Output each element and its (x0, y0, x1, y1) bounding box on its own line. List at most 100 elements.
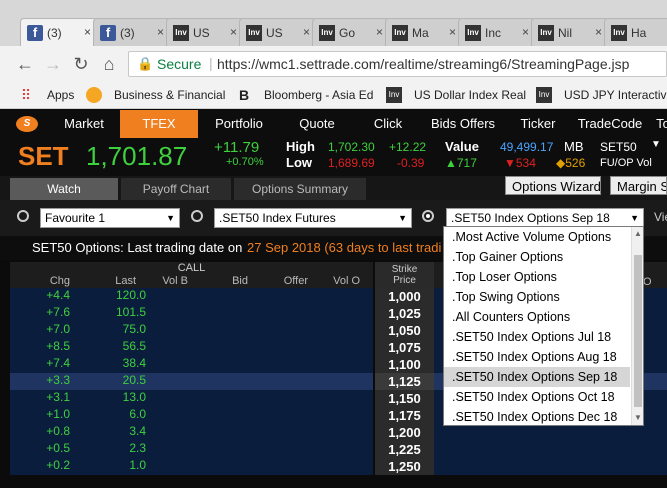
table-row[interactable]: +4.4 120.0 (10, 288, 373, 305)
browser-tab[interactable]: InvHa× (604, 18, 667, 46)
address-bar[interactable]: 🔒 Secure | https://wmc1.settrade.com/rea… (128, 51, 667, 77)
dropdown-scrollbar[interactable]: ▲ ▼ (631, 227, 643, 425)
browser-tab[interactable]: Inv Go × (312, 18, 390, 46)
options-radio[interactable] (422, 210, 434, 222)
bookmark-business[interactable]: Business & Financial (114, 88, 225, 102)
browser-tab[interactable]: Inv Inc × (458, 18, 536, 46)
menu-item-bids-offers[interactable]: Bids Offers (422, 110, 504, 138)
menu-item-market[interactable]: Market (48, 110, 120, 138)
close-icon[interactable]: × (595, 25, 602, 39)
chevron-down-icon[interactable]: ▼ (651, 139, 661, 150)
put-row[interactable] (434, 424, 667, 441)
bookmark-usd-index[interactable]: US Dollar Index Real (414, 88, 526, 102)
call-last: 2.3 (129, 441, 146, 455)
decline-count: ▼534 (504, 156, 536, 170)
put-row[interactable] (434, 458, 667, 475)
back-arrow-icon[interactable]: ← (14, 54, 36, 75)
futures-select-value: .SET50 Index Futures (219, 211, 336, 225)
table-row[interactable]: +3.3 20.5 (10, 373, 373, 390)
options-wizard-button[interactable]: Options Wizard (505, 176, 601, 195)
table-row[interactable]: +7.4 38.4 (10, 356, 373, 373)
strike-price: 1,050 (375, 322, 434, 339)
futures-radio[interactable] (191, 210, 203, 222)
low-change: -0.39 (397, 156, 425, 170)
favourite-radio[interactable] (17, 210, 29, 222)
table-row[interactable]: +8.5 56.5 (10, 339, 373, 356)
table-row[interactable]: +0.2 1.0 (10, 458, 373, 475)
dropdown-option[interactable]: .SET50 Index Options Dec 18 (444, 407, 630, 425)
menu-item-ticker[interactable]: Ticker (504, 110, 572, 138)
browser-tab[interactable]: Inv US × (166, 18, 244, 46)
facebook-icon: f (27, 25, 43, 41)
dropdown-option[interactable]: .SET50 Index Options Sep 18 (444, 367, 630, 387)
tab-payoff-chart[interactable]: Payoff Chart (121, 178, 231, 200)
home-icon[interactable]: ⌂ (98, 54, 120, 75)
dropdown-option[interactable]: .All Counters Options (444, 307, 630, 327)
tab-options-summary[interactable]: Options Summary (234, 178, 366, 200)
browser-tab[interactable]: f (3) × (20, 18, 98, 46)
call-change: +0.2 (46, 458, 70, 472)
close-icon[interactable]: × (157, 25, 164, 39)
close-icon[interactable]: × (449, 25, 456, 39)
options-dropdown-list[interactable]: .Most Active Volume Options .Top Gainer O… (443, 226, 644, 426)
futures-select[interactable]: .SET50 Index Futures ▼ (214, 208, 412, 228)
table-row[interactable]: +7.6 101.5 (10, 305, 373, 322)
call-change: +0.5 (46, 441, 70, 455)
favourite-select[interactable]: Favourite 1 ▼ (40, 208, 180, 228)
scroll-up-icon[interactable]: ▲ (634, 229, 642, 238)
col-offer: Offer (283, 275, 308, 287)
browser-tab[interactable]: f (3) × (93, 18, 171, 46)
dropdown-option[interactable]: .SET50 Index Options Aug 18 (444, 347, 630, 367)
browser-tab[interactable]: Inv Ma × (385, 18, 463, 46)
scrollbar-thumb[interactable] (634, 255, 642, 407)
strike-label: Strike (391, 264, 418, 275)
call-last: 13.0 (122, 390, 146, 404)
close-icon[interactable]: × (303, 25, 310, 39)
table-row[interactable]: +0.5 2.3 (10, 441, 373, 458)
dropdown-option[interactable]: .SET50 Index Options Jul 18 (444, 327, 630, 347)
call-change: +3.1 (46, 390, 70, 404)
table-row[interactable]: +0.8 3.4 (10, 424, 373, 441)
scroll-down-icon[interactable]: ▼ (634, 413, 642, 422)
close-icon[interactable]: × (376, 25, 383, 39)
browser-tab[interactable]: Inv US × (239, 18, 317, 46)
index-change: +11.79 (214, 139, 260, 156)
bookmark-bloomberg[interactable]: Bloomberg - Asia Ed (264, 88, 373, 102)
menu-item-tradecode[interactable]: TradeCode (572, 110, 648, 138)
tab-title: US (193, 26, 210, 40)
menu-item-quote[interactable]: Quote (280, 110, 354, 138)
col-last: Last (115, 275, 136, 287)
apps-grid-icon[interactable]: ⠿ (18, 87, 34, 103)
dropdown-option[interactable]: .SET50 Index Options Oct 18 (444, 387, 630, 407)
tab-title: Ha (631, 26, 647, 40)
bloomberg-icon: B (238, 87, 250, 103)
ticker-symbol[interactable]: SET50 (600, 140, 637, 154)
tab-watch[interactable]: Watch (10, 178, 118, 200)
dropdown-option[interactable]: .Top Gainer Options (444, 247, 630, 267)
lock-icon: 🔒 (137, 56, 154, 71)
menu-item-tfex[interactable]: TFEX (120, 110, 198, 138)
dropdown-option[interactable]: .Most Active Volume Options (444, 227, 630, 247)
margin-button[interactable]: Margin Si (610, 176, 667, 195)
close-icon[interactable]: × (522, 25, 529, 39)
table-row[interactable]: +7.0 75.0 (10, 322, 373, 339)
menu-item-click[interactable]: Click (354, 110, 422, 138)
bookmark-usd-jpy[interactable]: USD JPY Interactive (564, 88, 667, 102)
menu-item-to[interactable]: To (648, 110, 667, 138)
forward-arrow-icon[interactable]: → (42, 54, 64, 75)
close-icon[interactable]: × (230, 25, 237, 39)
browser-tab[interactable]: Inv Nil × (531, 18, 609, 46)
dropdown-option[interactable]: .Top Loser Options (444, 267, 630, 287)
bookmark-apps[interactable]: Apps (47, 88, 74, 102)
menu-item-portfolio[interactable]: Portfolio (198, 110, 280, 138)
put-row[interactable] (434, 441, 667, 458)
options-select[interactable]: .SET50 Index Options Sep 18 ▼ (446, 208, 644, 228)
strike-price: 1,125 (375, 373, 434, 390)
table-row[interactable]: +1.0 6.0 (10, 407, 373, 424)
dropdown-option[interactable]: .Top Swing Options (444, 287, 630, 307)
reload-icon[interactable]: ↻ (70, 54, 92, 75)
last-trading-date: 27 Sep 2018 (63 days to last tradi (247, 240, 442, 255)
table-row[interactable]: +3.1 13.0 (10, 390, 373, 407)
close-icon[interactable]: × (84, 25, 91, 39)
call-change: +3.3 (46, 373, 70, 387)
